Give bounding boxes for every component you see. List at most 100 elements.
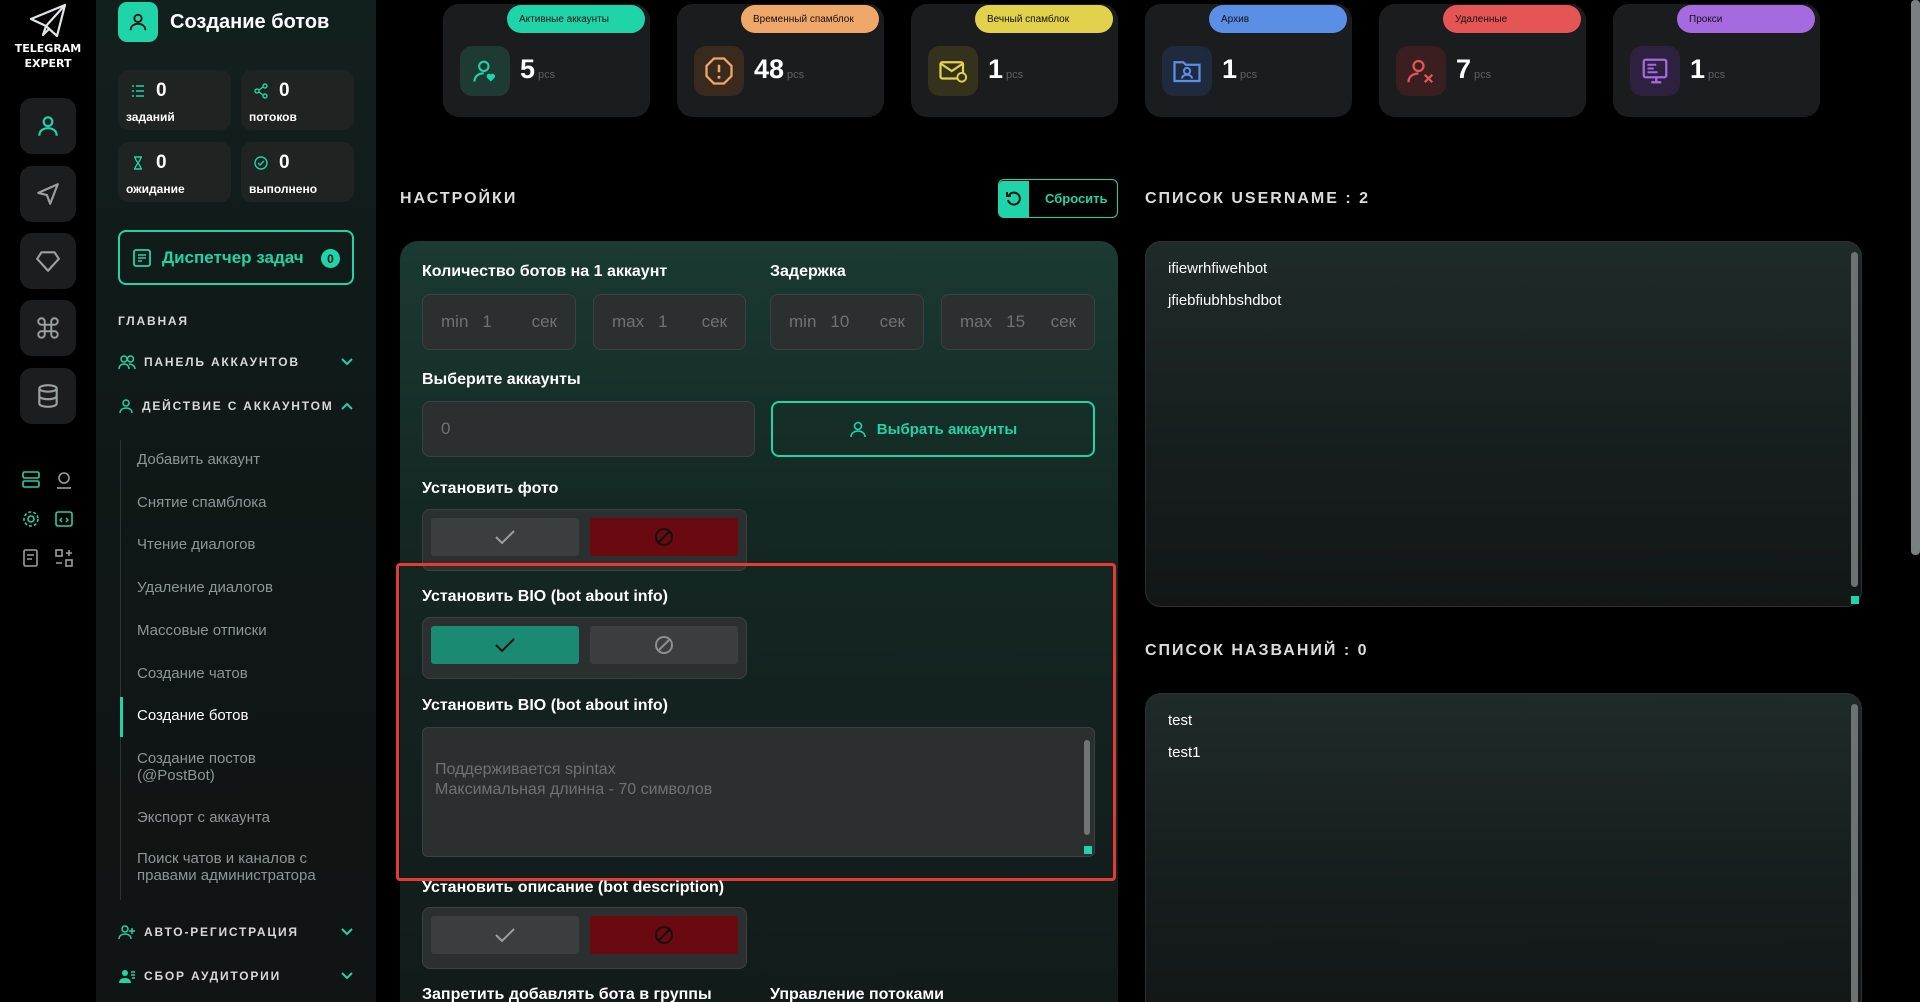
list-item: ifiewrhfiwehbot — [1168, 260, 1268, 277]
card-archive[interactable]: Архив 1 pcs — [1145, 4, 1352, 117]
dispatcher-label: Диспетчер задач — [162, 247, 304, 267]
app-logo: TELEGRAM EXPERT — [0, 2, 96, 70]
toggle-yes-button[interactable] — [431, 518, 579, 556]
stat-done: 0 выполнено — [241, 142, 354, 202]
warning-octagon-icon — [694, 46, 744, 96]
check-icon — [495, 928, 515, 943]
diamond-icon — [36, 251, 60, 272]
card-deleted[interactable]: Удаленные 7 pcs — [1379, 4, 1586, 117]
chevron-down-icon — [341, 928, 353, 936]
user-icon — [119, 399, 133, 414]
settings-gear-icon[interactable] — [20, 508, 42, 530]
reset-button[interactable]: Сбросить — [998, 179, 1118, 218]
list-item: jfiebfiubhbshdbot — [1168, 292, 1282, 309]
command-icon — [37, 317, 59, 339]
toggle-yes-button[interactable] — [431, 916, 579, 954]
delay-label: Задержка — [770, 263, 846, 280]
usernames-list[interactable]: ifiewrhfiwehbot jfiebfiubhbshdbot — [1145, 241, 1862, 607]
card-proxy[interactable]: Прокси 1 pcs — [1613, 4, 1820, 117]
choose-accounts-label: Выберите аккаунты — [422, 371, 581, 388]
submenu-item[interactable]: Снятие спамблока — [137, 494, 267, 511]
names-list[interactable]: test test1 — [1145, 693, 1862, 1002]
list-scrollbar[interactable] — [1851, 252, 1858, 587]
task-dispatcher-button[interactable]: Диспетчер задач 0 — [118, 230, 354, 285]
card-value: 1 — [988, 54, 1004, 84]
submenu-item[interactable]: Экспорт с аккаунта — [137, 809, 270, 826]
sidebar-header: Создание ботов — [118, 2, 329, 42]
menu-label: АВТО-РЕГИСТРАЦИЯ — [144, 925, 299, 939]
submenu-item[interactable]: Удаление диалогов — [137, 579, 273, 596]
card-label: Прокси — [1677, 5, 1815, 33]
hourglass-icon — [134, 156, 142, 170]
menu-accounts-panel[interactable]: ПАНЕЛЬ АККАУНТОВ — [118, 354, 354, 370]
rail-command-button[interactable] — [20, 300, 76, 356]
accounts-count-field[interactable]: 0 — [422, 401, 755, 457]
section-main-heading: ГЛАВНАЯ — [118, 314, 189, 328]
submenu-item[interactable]: Чтение диалогов — [137, 536, 255, 553]
stat-threads: 0 потоков — [241, 70, 354, 130]
chevron-down-icon — [341, 358, 353, 366]
card-value: 48 — [754, 54, 785, 84]
min-prefix: min — [441, 312, 469, 331]
card-value: 7 — [1456, 54, 1472, 84]
submenu-item[interactable]: Создание постов (@PostBot) — [137, 750, 337, 784]
toggle-no-button[interactable] — [590, 518, 738, 556]
names-heading: СПИСОК НАЗВАНИЙ : 0 — [1145, 642, 1369, 659]
delay-min-input[interactable]: min 10 сек — [770, 294, 924, 350]
chevron-down-icon — [341, 972, 353, 980]
rail-premium-button[interactable] — [20, 233, 76, 289]
rail-accounts-button[interactable] — [20, 98, 76, 154]
code-window-icon[interactable] — [53, 508, 75, 530]
submenu-item[interactable]: Поиск чатов и каналов с правами админист… — [137, 850, 347, 884]
resize-handle[interactable] — [1851, 596, 1859, 604]
submenu-item-active[interactable]: Создание ботов — [137, 707, 248, 724]
server-icon[interactable] — [20, 469, 42, 491]
block-icon — [655, 926, 673, 944]
card-unit: pcs — [1708, 69, 1726, 81]
stat-value: 0 — [279, 80, 290, 101]
list-item: test1 — [1168, 744, 1201, 761]
delay-max-input[interactable]: max 15 сек — [941, 294, 1095, 350]
stat-label: выполнено — [249, 182, 318, 196]
menu-account-actions[interactable]: ДЕЙСТВИЕ С АККАУНТОМ — [118, 398, 354, 414]
mail-block-icon — [928, 46, 978, 96]
input-value: 1 — [482, 312, 492, 331]
unit-suffix: сек — [531, 312, 557, 331]
choose-accounts-button[interactable]: Выбрать аккаунты — [771, 401, 1095, 457]
max-prefix: max — [960, 312, 993, 331]
submenu-item[interactable]: Массовые отписки — [137, 622, 267, 639]
rail-database-button[interactable] — [20, 368, 76, 424]
page-scrollbar[interactable] — [1911, 0, 1920, 555]
location-user-icon[interactable] — [53, 469, 75, 491]
menu-audience-collection[interactable]: СБОР АУДИТОРИИ — [118, 968, 354, 984]
bots-max-input[interactable]: max 1 сек — [593, 294, 746, 350]
menu-auto-registration[interactable]: АВТО-РЕГИСТРАЦИЯ — [118, 924, 354, 940]
input-value: 1 — [658, 312, 668, 331]
toggle-no-button[interactable] — [590, 916, 738, 954]
grid-apps-icon[interactable] — [53, 547, 75, 569]
submenu-item[interactable]: Добавить аккаунт — [137, 451, 260, 468]
rail-send-button[interactable] — [20, 166, 76, 222]
usernames-heading: СПИСОК USERNAME : 2 — [1145, 190, 1371, 207]
bots-min-input[interactable]: min 1 сек — [422, 294, 576, 350]
settings-heading: НАСТРОЙКИ — [400, 190, 518, 207]
page-title: Создание ботов — [170, 10, 330, 33]
stat-value: 0 — [156, 80, 167, 101]
task-list-icon[interactable] — [20, 547, 42, 569]
user-remove-icon — [1396, 46, 1446, 96]
account-actions-submenu: Добавить аккаунт Снятие спамблока Чтение… — [120, 440, 350, 900]
submenu-item[interactable]: Создание чатов — [137, 665, 248, 682]
icon-rail: TELEGRAM EXPERT — [0, 0, 96, 1002]
share-icon — [254, 83, 268, 99]
set-photo-label: Установить фото — [422, 480, 559, 497]
threads-label: Управление потоками — [770, 986, 945, 1002]
menu-label: ПАНЕЛЬ АККАУНТОВ — [144, 355, 300, 369]
set-description-label: Установить описание (bot description) — [422, 879, 725, 896]
card-active-accounts[interactable]: Активные аккаунты 5 pcs — [443, 4, 650, 117]
list-scrollbar[interactable] — [1851, 704, 1858, 1002]
card-temp-spamblock[interactable]: Временный спамблок 48 pcs — [677, 4, 884, 117]
check-circle-icon — [254, 156, 268, 170]
paper-plane-logo-icon — [29, 3, 67, 38]
reset-icon — [999, 180, 1029, 217]
card-perm-spamblock[interactable]: Вечный спамблок 1 pcs — [911, 4, 1118, 117]
